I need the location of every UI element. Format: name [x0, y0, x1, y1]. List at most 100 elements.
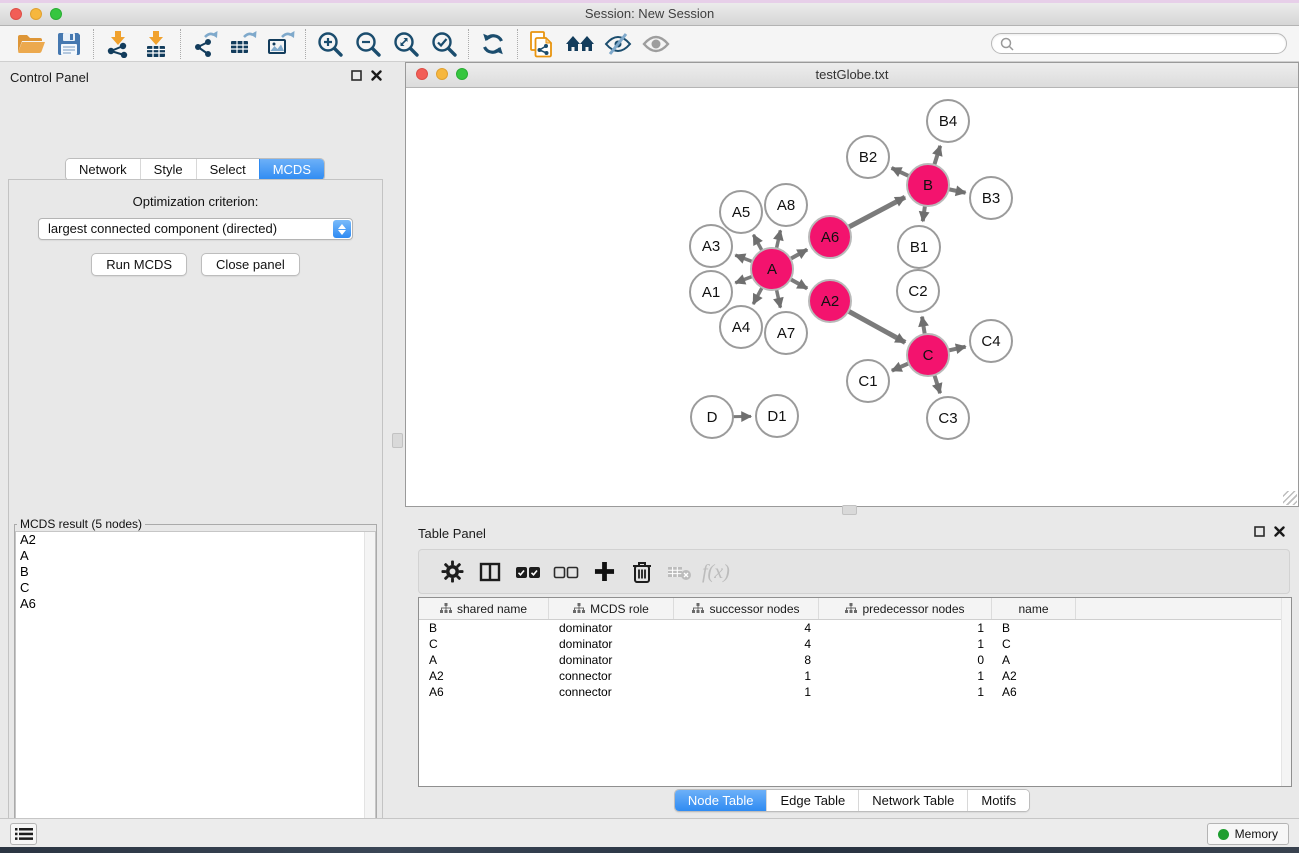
memory-button[interactable]: Memory	[1207, 823, 1289, 845]
float-table-panel-icon[interactable]	[1254, 526, 1265, 537]
window-resize-grip[interactable]	[1283, 491, 1297, 505]
float-panel-icon[interactable]	[351, 70, 362, 81]
table-cell[interactable]: 1	[819, 637, 992, 651]
task-history-button[interactable]	[10, 823, 37, 845]
close-table-panel-icon[interactable]	[1274, 526, 1285, 537]
mcds-result-item[interactable]: B	[16, 564, 375, 580]
table-cell[interactable]: 1	[819, 621, 992, 635]
import-network-button[interactable]	[99, 28, 137, 60]
add-column-button[interactable]	[585, 554, 623, 590]
table-row[interactable]: Bdominator41B	[419, 620, 1291, 636]
criterion-dropdown[interactable]: largest connected component (directed)	[38, 218, 353, 240]
table-row[interactable]: A2connector11A2	[419, 668, 1291, 684]
delete-column-button[interactable]	[623, 554, 661, 590]
mcds-result-item[interactable]: A	[16, 548, 375, 564]
table-cell[interactable]: dominator	[549, 653, 674, 667]
network-canvas[interactable]: B4B2BB3A8A5A6A3B1AC2A1A2A4A7C4CC1D1DC3	[406, 88, 1298, 505]
mcds-result-item[interactable]: C	[16, 580, 375, 596]
table-cell[interactable]: connector	[549, 685, 674, 699]
table-cell[interactable]: A6	[419, 685, 549, 699]
export-image-button[interactable]	[262, 28, 300, 60]
tab-style[interactable]: Style	[140, 159, 196, 180]
minimize-window-button[interactable]	[30, 8, 42, 20]
mcds-result-list[interactable]: A2ABCA6	[15, 531, 376, 853]
table-cell[interactable]: 1	[674, 669, 819, 683]
network-zoom-button[interactable]	[456, 68, 468, 80]
table-scrollbar[interactable]	[1281, 598, 1291, 786]
tab-node-table[interactable]: Node Table	[675, 790, 767, 811]
graph-node-B3[interactable]: B3	[970, 177, 1012, 219]
tab-network-table[interactable]: Network Table	[858, 790, 967, 811]
table-row[interactable]: A6connector11A6	[419, 684, 1291, 700]
graph-node-A7[interactable]: A7	[765, 312, 807, 354]
table-cell[interactable]: 0	[819, 653, 992, 667]
graph-node-A6[interactable]: A6	[809, 216, 851, 258]
table-cell[interactable]: dominator	[549, 621, 674, 635]
network-minimize-button[interactable]	[436, 68, 448, 80]
mcds-result-item[interactable]: A6	[16, 596, 375, 612]
show-graphics-details-button[interactable]	[637, 28, 675, 60]
settings-button[interactable]	[433, 554, 471, 590]
graph-node-C[interactable]: C	[907, 334, 949, 376]
zoom-out-button[interactable]	[349, 28, 387, 60]
table-cell[interactable]: 1	[819, 669, 992, 683]
zoom-selected-button[interactable]	[425, 28, 463, 60]
table-cell[interactable]: 1	[819, 685, 992, 699]
table-cell[interactable]: A2	[992, 669, 1076, 683]
table-cell[interactable]: dominator	[549, 637, 674, 651]
graph-node-C3[interactable]: C3	[927, 397, 969, 439]
graph-node-D1[interactable]: D1	[756, 395, 798, 437]
graph-node-C4[interactable]: C4	[970, 320, 1012, 362]
zoom-window-button[interactable]	[50, 8, 62, 20]
network-home-button[interactable]	[561, 28, 599, 60]
table-cell[interactable]: C	[992, 637, 1076, 651]
refresh-button[interactable]	[474, 28, 512, 60]
select-all-button[interactable]	[509, 554, 547, 590]
table-cell[interactable]: 1	[674, 685, 819, 699]
copy-network-button[interactable]	[523, 28, 561, 60]
result-scrollbar[interactable]	[364, 532, 375, 853]
graph-node-A5[interactable]: A5	[720, 191, 762, 233]
table-cell[interactable]: connector	[549, 669, 674, 683]
graph-node-D[interactable]: D	[691, 396, 733, 438]
search-box[interactable]	[991, 33, 1287, 54]
table-cell[interactable]: 8	[674, 653, 819, 667]
column-header-predecessor-nodes[interactable]: predecessor nodes	[819, 598, 992, 619]
open-session-button[interactable]	[12, 28, 50, 60]
table-row[interactable]: Adominator80A	[419, 652, 1291, 668]
tab-edge-table[interactable]: Edge Table	[766, 790, 858, 811]
table-cell[interactable]: 4	[674, 637, 819, 651]
save-session-button[interactable]	[50, 28, 88, 60]
close-panel-button[interactable]: Close panel	[201, 253, 300, 276]
table-cell[interactable]: C	[419, 637, 549, 651]
mcds-result-item[interactable]: A2	[16, 532, 375, 548]
graph-node-B[interactable]: B	[907, 164, 949, 206]
table-cell[interactable]: B	[419, 621, 549, 635]
table-cell[interactable]: A6	[992, 685, 1076, 699]
column-header-shared-name[interactable]: shared name	[419, 598, 549, 619]
graph-node-A3[interactable]: A3	[690, 225, 732, 267]
close-panel-icon[interactable]	[371, 70, 382, 81]
graph-node-C2[interactable]: C2	[897, 270, 939, 312]
search-input[interactable]	[1019, 37, 1278, 51]
export-network-button[interactable]	[186, 28, 224, 60]
tab-motifs[interactable]: Motifs	[967, 790, 1029, 811]
deselect-all-button[interactable]	[547, 554, 585, 590]
table-cell[interactable]: A	[992, 653, 1076, 667]
export-table-button[interactable]	[224, 28, 262, 60]
split-view-button[interactable]	[471, 554, 509, 590]
horizontal-splitter-grip[interactable]	[842, 505, 857, 515]
import-table-button[interactable]	[137, 28, 175, 60]
table-cell[interactable]: A	[419, 653, 549, 667]
run-mcds-button[interactable]: Run MCDS	[91, 253, 187, 276]
zoom-in-button[interactable]	[311, 28, 349, 60]
graph-node-B1[interactable]: B1	[898, 226, 940, 268]
table-cell[interactable]: B	[992, 621, 1076, 635]
network-close-button[interactable]	[416, 68, 428, 80]
tab-select[interactable]: Select	[196, 159, 259, 180]
table-cell[interactable]: A2	[419, 669, 549, 683]
hide-graphics-details-button[interactable]	[599, 28, 637, 60]
graph-node-A2[interactable]: A2	[809, 280, 851, 322]
column-header-name[interactable]: name	[992, 598, 1076, 619]
column-header-mcds-role[interactable]: MCDS role	[549, 598, 674, 619]
